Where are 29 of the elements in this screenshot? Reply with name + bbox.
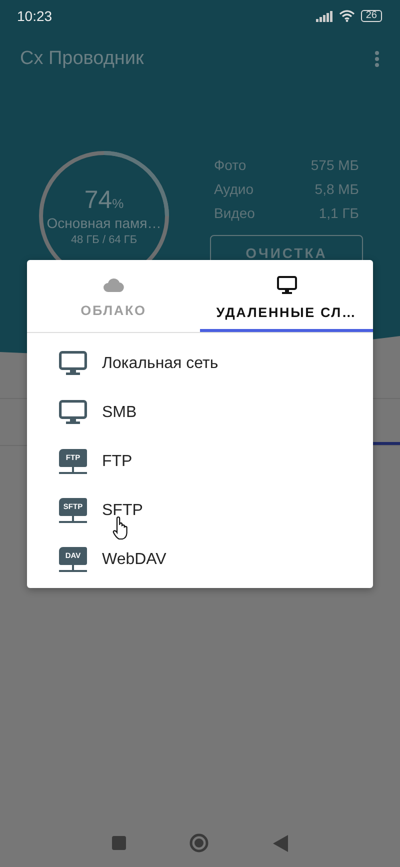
home-icon[interactable] (189, 833, 210, 853)
cloud-icon (102, 277, 124, 293)
monitor-icon (59, 351, 87, 376)
storage-percent: 74% (84, 186, 124, 215)
battery-level: 26 (360, 10, 382, 22)
stat-label: Фото (214, 157, 246, 175)
stat-label: Видео (214, 205, 255, 223)
list-item[interactable]: SFTP (102, 502, 143, 520)
signal-icon (316, 10, 333, 22)
monitor-icon (59, 400, 87, 425)
monitor-icon (276, 276, 296, 294)
list-item[interactable]: Локальная сеть (102, 354, 218, 372)
more-options-icon[interactable] (374, 50, 380, 68)
stat-value: 1,1 ГБ (318, 205, 359, 223)
list-item[interactable]: FTP (102, 452, 132, 470)
list-item[interactable]: SMB (102, 404, 137, 422)
storage-label: Основная памя… (46, 215, 162, 231)
stat-value: 575 МБ (310, 157, 359, 175)
recent-apps-icon[interactable] (112, 836, 126, 850)
wifi-icon (338, 10, 355, 22)
stat-label: Аудио (214, 181, 254, 199)
tab[interactable]: УДАЛЕННЫЕ СЛ… (200, 260, 373, 332)
status-time: 10:23 (17, 8, 52, 24)
list-item[interactable]: WebDAV (102, 550, 166, 568)
storage-usage: 48 ГБ / 64 ГБ (70, 234, 138, 246)
app-title: Cx Проводник (20, 48, 144, 70)
back-icon[interactable] (273, 834, 288, 852)
hand-cursor-icon (112, 516, 130, 540)
stat-value: 5,8 МБ (314, 181, 359, 199)
